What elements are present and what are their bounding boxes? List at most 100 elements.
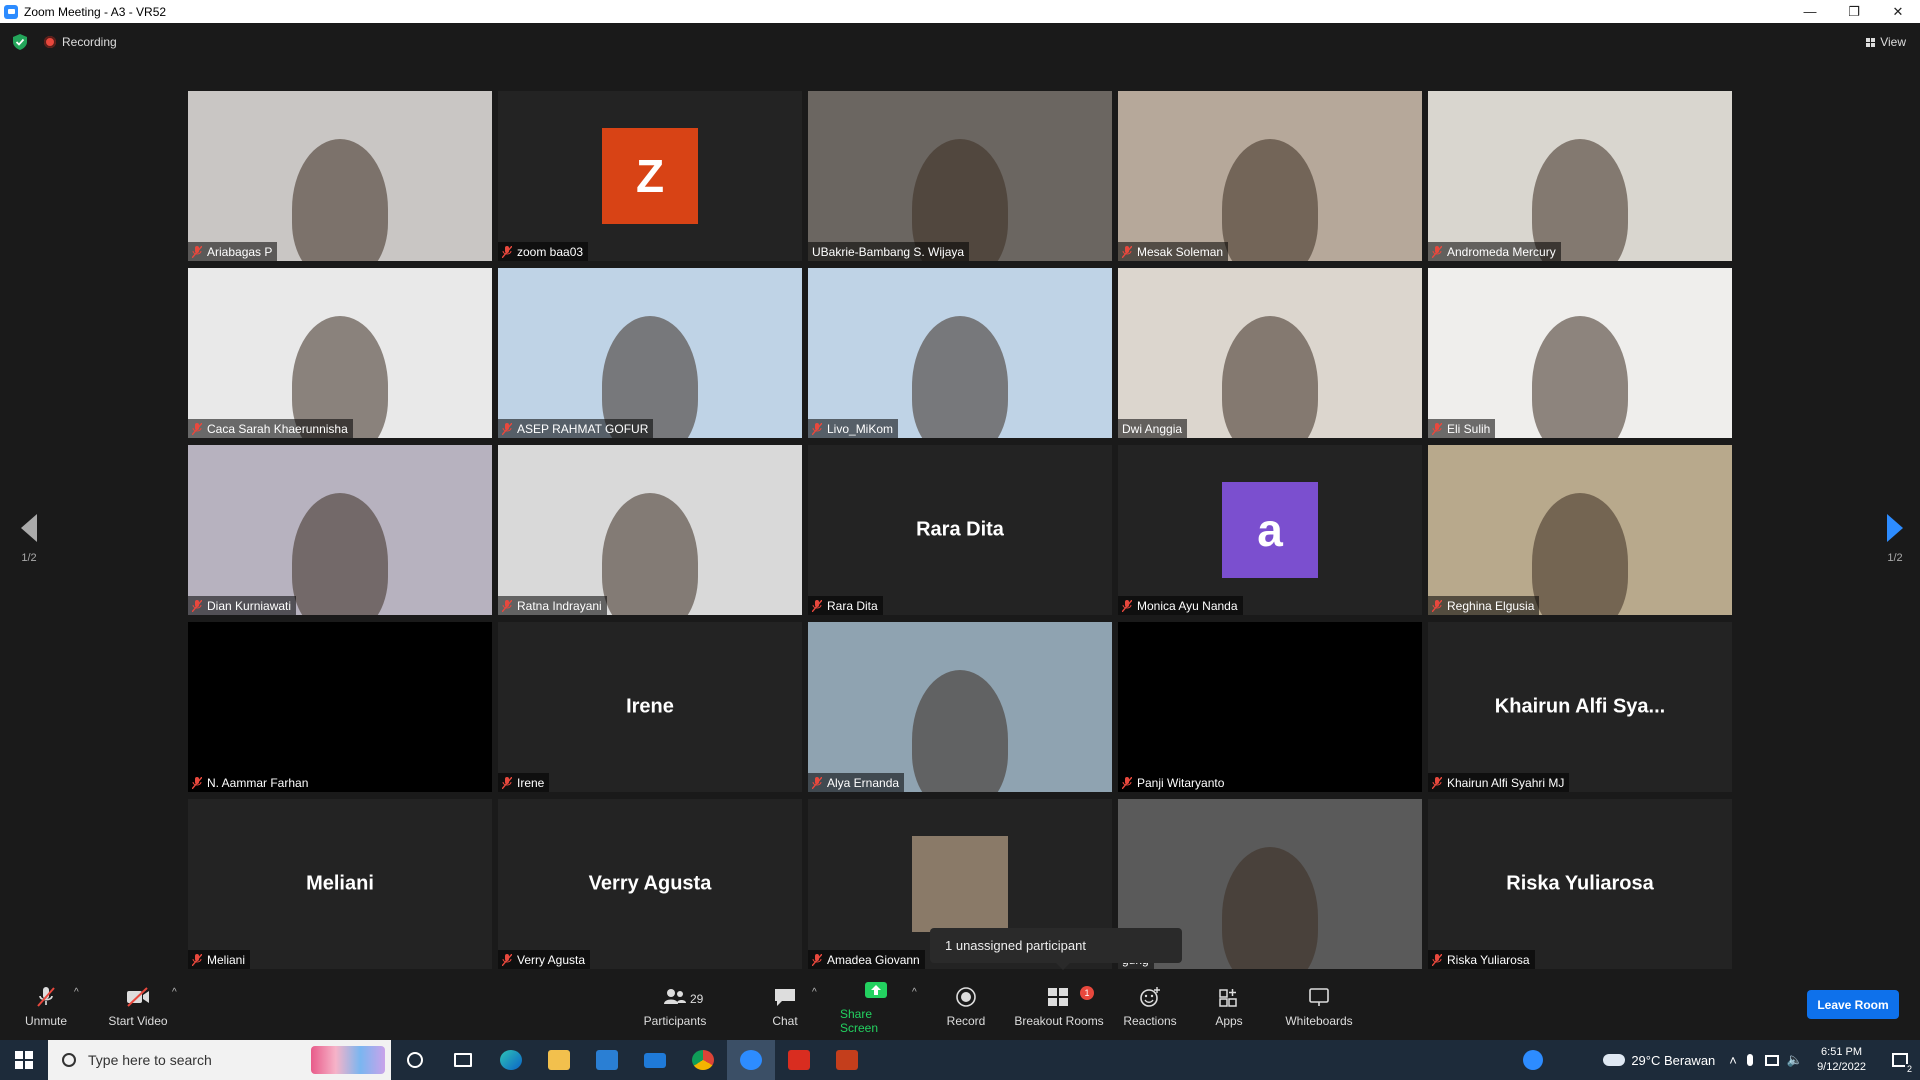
participant-tile[interactable]: Dwi Anggia bbox=[1118, 268, 1422, 438]
participants-count: 29 bbox=[690, 992, 704, 1006]
leave-room-button[interactable]: Leave Room bbox=[1807, 990, 1899, 1019]
taskbar-clock[interactable]: 6:51 PM 9/12/2022 bbox=[1817, 1045, 1866, 1075]
arrow-right-icon bbox=[1887, 514, 1903, 542]
participant-display-name: Rara Dita bbox=[916, 518, 1004, 541]
task-view-button[interactable] bbox=[439, 1040, 487, 1080]
participant-tile[interactable]: Andromeda Mercury bbox=[1428, 91, 1732, 261]
participants-button[interactable]: Participants 29 bbox=[640, 973, 710, 1040]
powerpoint-app-button[interactable] bbox=[823, 1040, 871, 1080]
edge-app-button[interactable] bbox=[487, 1040, 535, 1080]
start-button[interactable] bbox=[0, 1040, 48, 1080]
speaker-volume-icon[interactable]: 🔈 bbox=[1787, 1052, 1803, 1068]
participant-tile[interactable]: Dian Kurniawati bbox=[188, 445, 492, 615]
participant-tile[interactable]: Irene Irene bbox=[498, 622, 802, 792]
muted-mic-icon bbox=[192, 599, 202, 612]
close-button[interactable]: ✕ bbox=[1876, 0, 1920, 23]
participant-tile[interactable]: ASEP RAHMAT GOFUR bbox=[498, 268, 802, 438]
reactions-button[interactable]: Reactions bbox=[1122, 973, 1178, 1040]
shield-check-icon[interactable] bbox=[13, 34, 27, 50]
store-bag-icon bbox=[596, 1050, 618, 1070]
meeting-status-bar: Recording View bbox=[0, 23, 1920, 63]
participant-tile[interactable]: Khairun Alfi Sya... Khairun Alfi Syahri M… bbox=[1428, 622, 1732, 792]
participant-name-label: ASEP RAHMAT GOFUR bbox=[498, 419, 654, 438]
participant-name-label: Panji Witaryanto bbox=[1118, 773, 1230, 792]
whiteboard-icon bbox=[1309, 987, 1329, 1006]
unmute-button[interactable]: Unmute bbox=[20, 973, 72, 1040]
tray-overflow-chevron-icon[interactable]: ˄ bbox=[1729, 1053, 1737, 1068]
cortana-button[interactable] bbox=[391, 1040, 439, 1080]
weather-cloud-icon[interactable] bbox=[1603, 1054, 1626, 1066]
zoom-app-button[interactable] bbox=[727, 1040, 775, 1080]
participant-name: Alya Ernanda bbox=[827, 775, 900, 790]
participant-tile[interactable]: Zzoom baa03 bbox=[498, 91, 802, 261]
share-screen-button[interactable]: Share Screen bbox=[840, 973, 912, 1040]
participant-display-name: Khairun Alfi Sya... bbox=[1494, 695, 1666, 718]
participant-tile[interactable]: Verry Agusta Verry Agusta bbox=[498, 799, 802, 969]
help-question-icon[interactable] bbox=[1523, 1050, 1544, 1070]
participant-name: ASEP RAHMAT GOFUR bbox=[517, 421, 649, 436]
chat-bubble-icon bbox=[775, 988, 795, 1006]
participant-tile[interactable]: Livo_MiKom bbox=[808, 268, 1112, 438]
participant-tile[interactable]: Caca Sarah Khaerunnisha bbox=[188, 268, 492, 438]
participant-tile[interactable]: Rara Dita Rara Dita bbox=[808, 445, 1112, 615]
view-button[interactable]: View bbox=[1866, 35, 1906, 49]
muted-mic-icon bbox=[502, 953, 512, 966]
participant-name-label: Monica Ayu Nanda bbox=[1118, 596, 1243, 615]
audio-options-caret[interactable]: ^ bbox=[74, 987, 79, 998]
unassigned-participant-tooltip: 1 unassigned participant bbox=[930, 928, 1182, 970]
chat-options-caret[interactable]: ^ bbox=[812, 987, 817, 998]
participant-tile[interactable]: Meliani Meliani bbox=[188, 799, 492, 969]
participant-name: Monica Ayu Nanda bbox=[1137, 598, 1238, 613]
record-button[interactable]: Record bbox=[944, 973, 988, 1040]
share-options-caret[interactable]: ^ bbox=[912, 987, 917, 998]
taskbar-search-box[interactable]: Type here to search bbox=[48, 1040, 391, 1080]
participant-tile[interactable]: Alya Ernanda bbox=[808, 622, 1112, 792]
participant-tile[interactable]: Ariabagas P bbox=[188, 91, 492, 261]
participants-label: Participants bbox=[643, 1013, 707, 1028]
breakout-rooms-button[interactable]: Breakout Rooms 1 bbox=[1012, 973, 1106, 1040]
store-app-button[interactable] bbox=[583, 1040, 631, 1080]
zoom-app-icon bbox=[4, 4, 18, 19]
reactions-label: Reactions bbox=[1123, 1013, 1177, 1028]
participant-name: Ratna Indrayani bbox=[517, 598, 602, 613]
zoom-camera-icon bbox=[740, 1050, 762, 1070]
participant-name: Khairun Alfi Syahri MJ bbox=[1447, 775, 1565, 790]
mail-app-button[interactable] bbox=[631, 1040, 679, 1080]
share-screen-icon bbox=[865, 981, 887, 998]
weather-text[interactable]: 29°C Berawan bbox=[1631, 1053, 1715, 1068]
participant-tile[interactable]: N. Aammar Farhan bbox=[188, 622, 492, 792]
participant-tile[interactable]: a Monica Ayu Nanda bbox=[1118, 445, 1422, 615]
chat-button[interactable]: Chat bbox=[770, 973, 800, 1040]
participant-name: Panji Witaryanto bbox=[1137, 775, 1225, 790]
whiteboards-button[interactable]: Whiteboards bbox=[1282, 973, 1356, 1040]
participant-tile[interactable]: Riska Yuliarosa Riska Yuliarosa bbox=[1428, 799, 1732, 969]
task-view-icon bbox=[454, 1053, 472, 1067]
participant-name-label: Khairun Alfi Syahri MJ bbox=[1428, 773, 1570, 792]
microphone-tray-icon[interactable] bbox=[1746, 1054, 1753, 1066]
participant-name: Mesak Soleman bbox=[1137, 244, 1224, 259]
previous-page-button[interactable]: 1/2 bbox=[14, 514, 44, 564]
restore-button[interactable]: ❐ bbox=[1832, 0, 1876, 23]
muted-mic-icon bbox=[812, 422, 822, 435]
participant-name-label: Mesak Soleman bbox=[1118, 242, 1229, 261]
video-options-caret[interactable]: ^ bbox=[172, 987, 177, 998]
participant-tile[interactable]: Eli Sulih bbox=[1428, 268, 1732, 438]
participant-tile[interactable]: UBakrie-Bambang S. Wijaya bbox=[808, 91, 1112, 261]
participant-tile[interactable]: Mesak Soleman bbox=[1118, 91, 1422, 261]
start-video-button[interactable]: Start Video bbox=[106, 973, 170, 1040]
recording-indicator[interactable]: Recording bbox=[44, 35, 117, 49]
acrobat-app-button[interactable] bbox=[775, 1040, 823, 1080]
apps-button[interactable]: Apps bbox=[1214, 973, 1244, 1040]
muted-mic-icon bbox=[192, 953, 202, 966]
participant-tile[interactable]: Ratna Indrayani bbox=[498, 445, 802, 615]
notification-center-button[interactable]: 2 bbox=[1880, 1040, 1920, 1080]
participant-tile[interactable]: Panji Witaryanto bbox=[1118, 622, 1422, 792]
file-explorer-button[interactable] bbox=[535, 1040, 583, 1080]
next-page-button[interactable]: 1/2 bbox=[1880, 514, 1910, 564]
network-icon[interactable] bbox=[1764, 1054, 1779, 1066]
minimize-button[interactable]: — bbox=[1788, 0, 1832, 23]
participant-tile[interactable]: Reghina Elgusia bbox=[1428, 445, 1732, 615]
chrome-app-button[interactable] bbox=[679, 1040, 727, 1080]
participant-profile-picture bbox=[912, 836, 1008, 932]
muted-mic-icon bbox=[812, 599, 822, 612]
